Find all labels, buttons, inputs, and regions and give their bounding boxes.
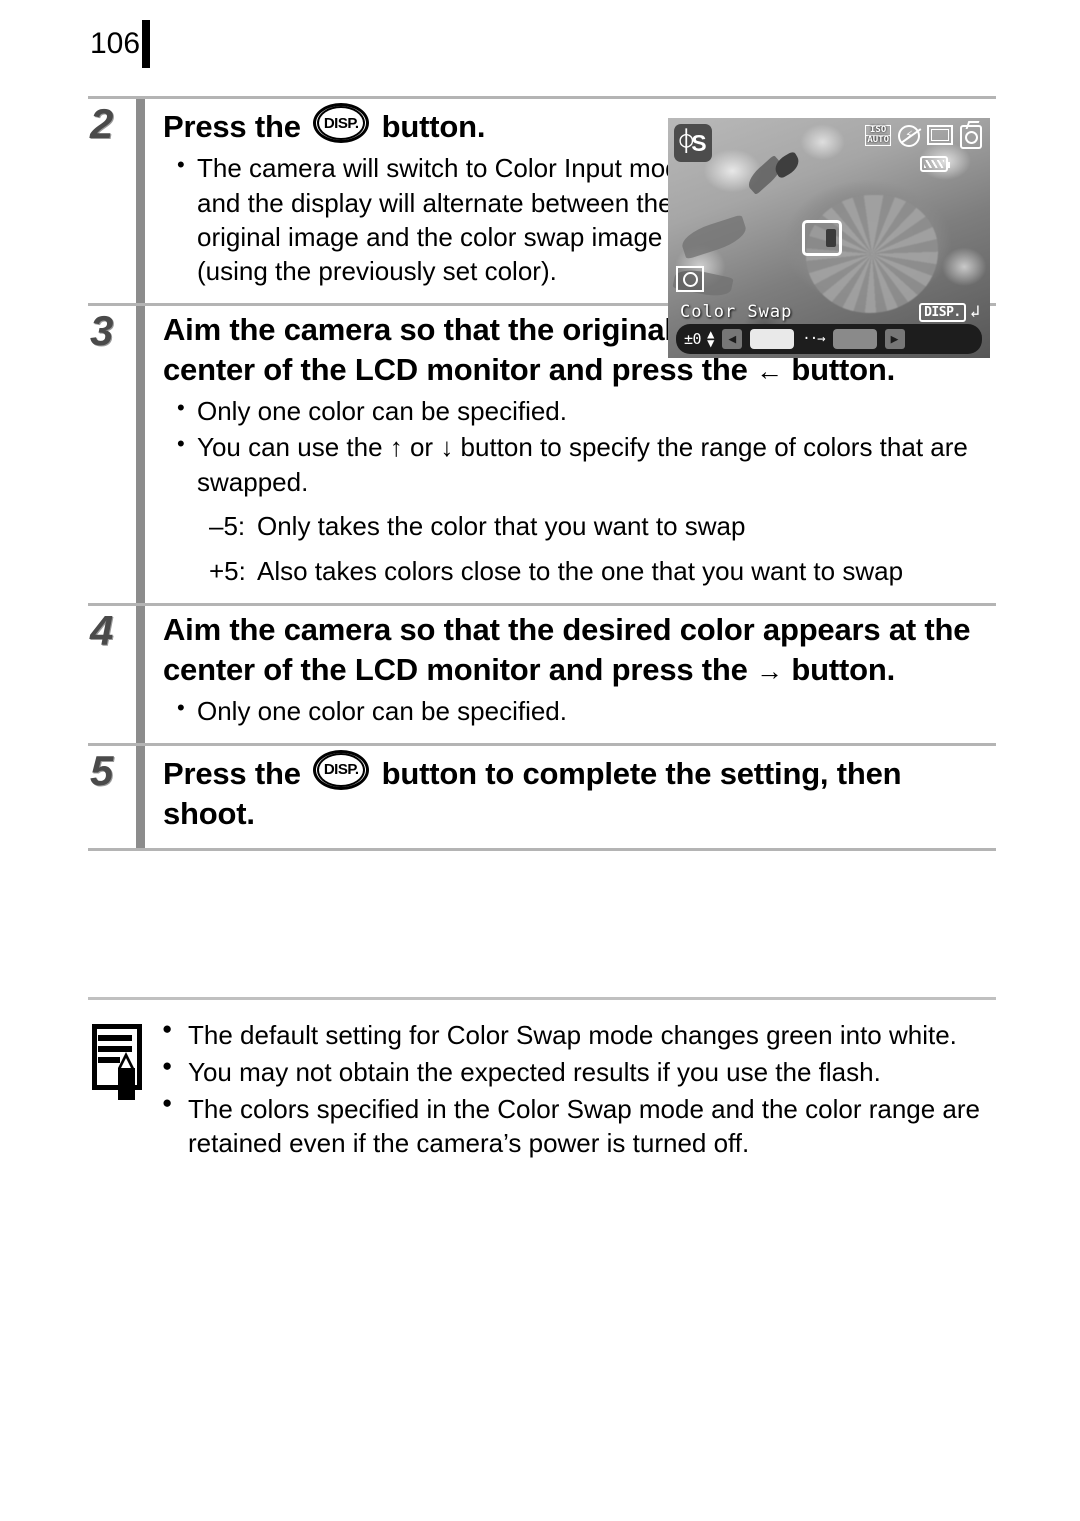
page-marker-bar	[142, 20, 151, 68]
step-2-number: 2	[90, 100, 114, 147]
range-plus-5-text: Also takes colors close to the one that …	[257, 555, 904, 586]
right-arrow-icon: →	[756, 656, 783, 687]
step-2-vertical-bar	[136, 99, 145, 303]
list-item: You can use the ↑ or ↓ button to specify…	[177, 429, 996, 499]
lcd-mode-title: Color Swap	[680, 302, 793, 322]
step-3-number-col: 3	[88, 306, 136, 603]
step-2-title-before: Press the	[163, 109, 301, 144]
step-5-number: 5	[90, 746, 114, 794]
ev-value: ±0	[684, 330, 702, 348]
pencil-body	[118, 1068, 135, 1100]
list-item: Only one color can be specified.	[177, 393, 996, 428]
iso-value: AUTO	[865, 135, 891, 146]
lcd-color-swap-bar: ±0 ▲ ▼ ◀ ··→ ▶	[676, 324, 982, 354]
lcd-top-right-icons: ISO AUTO ⚡	[865, 125, 982, 149]
range-plus-5-label: +5:	[209, 555, 246, 586]
list-item: The colors specified in the Color Swap m…	[160, 1092, 996, 1162]
camera-lens-glyph	[964, 130, 978, 144]
shooting-mode-icon	[960, 125, 982, 149]
flash-off-icon: ⚡	[898, 125, 920, 147]
image-size-icon	[927, 125, 953, 145]
step-4-number: 4	[90, 606, 114, 654]
step-5: 5 Press the DISP. button to complete the…	[88, 745, 996, 849]
battery-icon	[920, 156, 950, 172]
disp-button-icon: DISP.	[313, 749, 370, 790]
disp-inner-ring: DISP.	[317, 106, 366, 140]
left-arrow-button-icon: ◀	[722, 329, 743, 349]
step-2-number-col: 2	[88, 99, 136, 303]
note-line-3	[98, 1057, 120, 1063]
convert-arrow-icon: ··→	[802, 331, 825, 347]
step-4-number-col: 4	[88, 606, 136, 743]
step-5-title: Press the DISP. button to complete the s…	[163, 749, 996, 835]
step-5-vertical-bar	[136, 745, 145, 849]
range-plus-5: +5: Also takes colors close to the one th…	[209, 554, 996, 589]
lcd-disp-label: DISP.	[919, 303, 966, 322]
step-4-title-after: button.	[791, 652, 895, 688]
list-item: Only one color can be specified.	[177, 693, 996, 728]
spot-metering-icon	[676, 266, 704, 292]
step-5-title-before: Press the	[163, 755, 301, 791]
right-arrow-button-icon: ▶	[884, 329, 905, 349]
notes-list: The default setting for Color Swap mode …	[160, 1018, 996, 1163]
up-down-arrows-icon: ▲ ▼	[707, 327, 715, 350]
notes-section: The default setting for Color Swap mode …	[88, 997, 996, 1163]
eyedropper-glyph: ⌽	[679, 128, 694, 155]
list-item: You may not obtain the expected results …	[160, 1055, 996, 1090]
source-color-swatch	[750, 329, 795, 349]
disp-icon-label: DISP.	[323, 114, 359, 132]
range-minus-5: –5: Only takes the color that you want to…	[209, 509, 996, 544]
step-4-title: Aim the camera so that the desired color…	[163, 610, 996, 691]
note-memo-pencil-icon	[88, 1024, 148, 1100]
range-minus-5-text: Only takes the color that you want to sw…	[257, 511, 746, 542]
page-header: 106	[90, 18, 151, 70]
list-item: The camera will switch to Color Input mo…	[177, 150, 697, 288]
page-number: 106	[90, 27, 141, 60]
step-3-bullets: Only one color can be specified. You can…	[163, 393, 996, 499]
return-arrow-icon: ↲	[969, 302, 980, 322]
note-pencil	[118, 1052, 135, 1100]
disp-button-icon: DISP.	[313, 103, 370, 143]
step-5-body: Press the DISP. button to complete the s…	[163, 746, 996, 849]
note-line-1	[98, 1035, 132, 1041]
battery-fill	[924, 160, 944, 168]
step-3-number: 3	[90, 306, 114, 354]
left-arrow-icon: ←	[756, 355, 783, 386]
pencil-tip	[118, 1052, 134, 1068]
list-item: The default setting for Color Swap mode …	[160, 1018, 996, 1053]
target-color-swatch	[832, 329, 877, 349]
step-2-title-after: button.	[381, 109, 486, 144]
step-4-vertical-bar	[136, 605, 145, 743]
lcd-disp-hint: DISP. ↲	[919, 303, 980, 322]
camera-lcd-screenshot: ⌽ S ISO AUTO ⚡ Color Swap DISP. ↲ ±0 ▲ ▼ …	[668, 118, 990, 358]
divider-after-step-5	[88, 848, 996, 852]
spot-metering-dot	[682, 271, 698, 287]
step-4: 4 Aim the camera so that the desired col…	[88, 605, 996, 743]
iso-indicator: ISO AUTO	[865, 125, 891, 146]
range-minus-5-label: –5:	[209, 511, 246, 542]
mode-letter: S	[691, 129, 707, 156]
color-swap-eyedropper-icon: ⌽ S	[674, 124, 712, 162]
disp-icon-label: DISP.	[323, 761, 359, 779]
step-4-body: Aim the camera so that the desired color…	[163, 606, 996, 743]
step-5-number-col: 5	[88, 746, 136, 849]
disp-inner-ring: DISP.	[317, 752, 366, 787]
lcd-af-center-frame	[802, 220, 842, 256]
step-4-bullets: Only one color can be specified.	[163, 693, 996, 728]
step-3-vertical-bar	[136, 305, 145, 603]
notes-content: The default setting for Color Swap mode …	[88, 1000, 996, 1163]
